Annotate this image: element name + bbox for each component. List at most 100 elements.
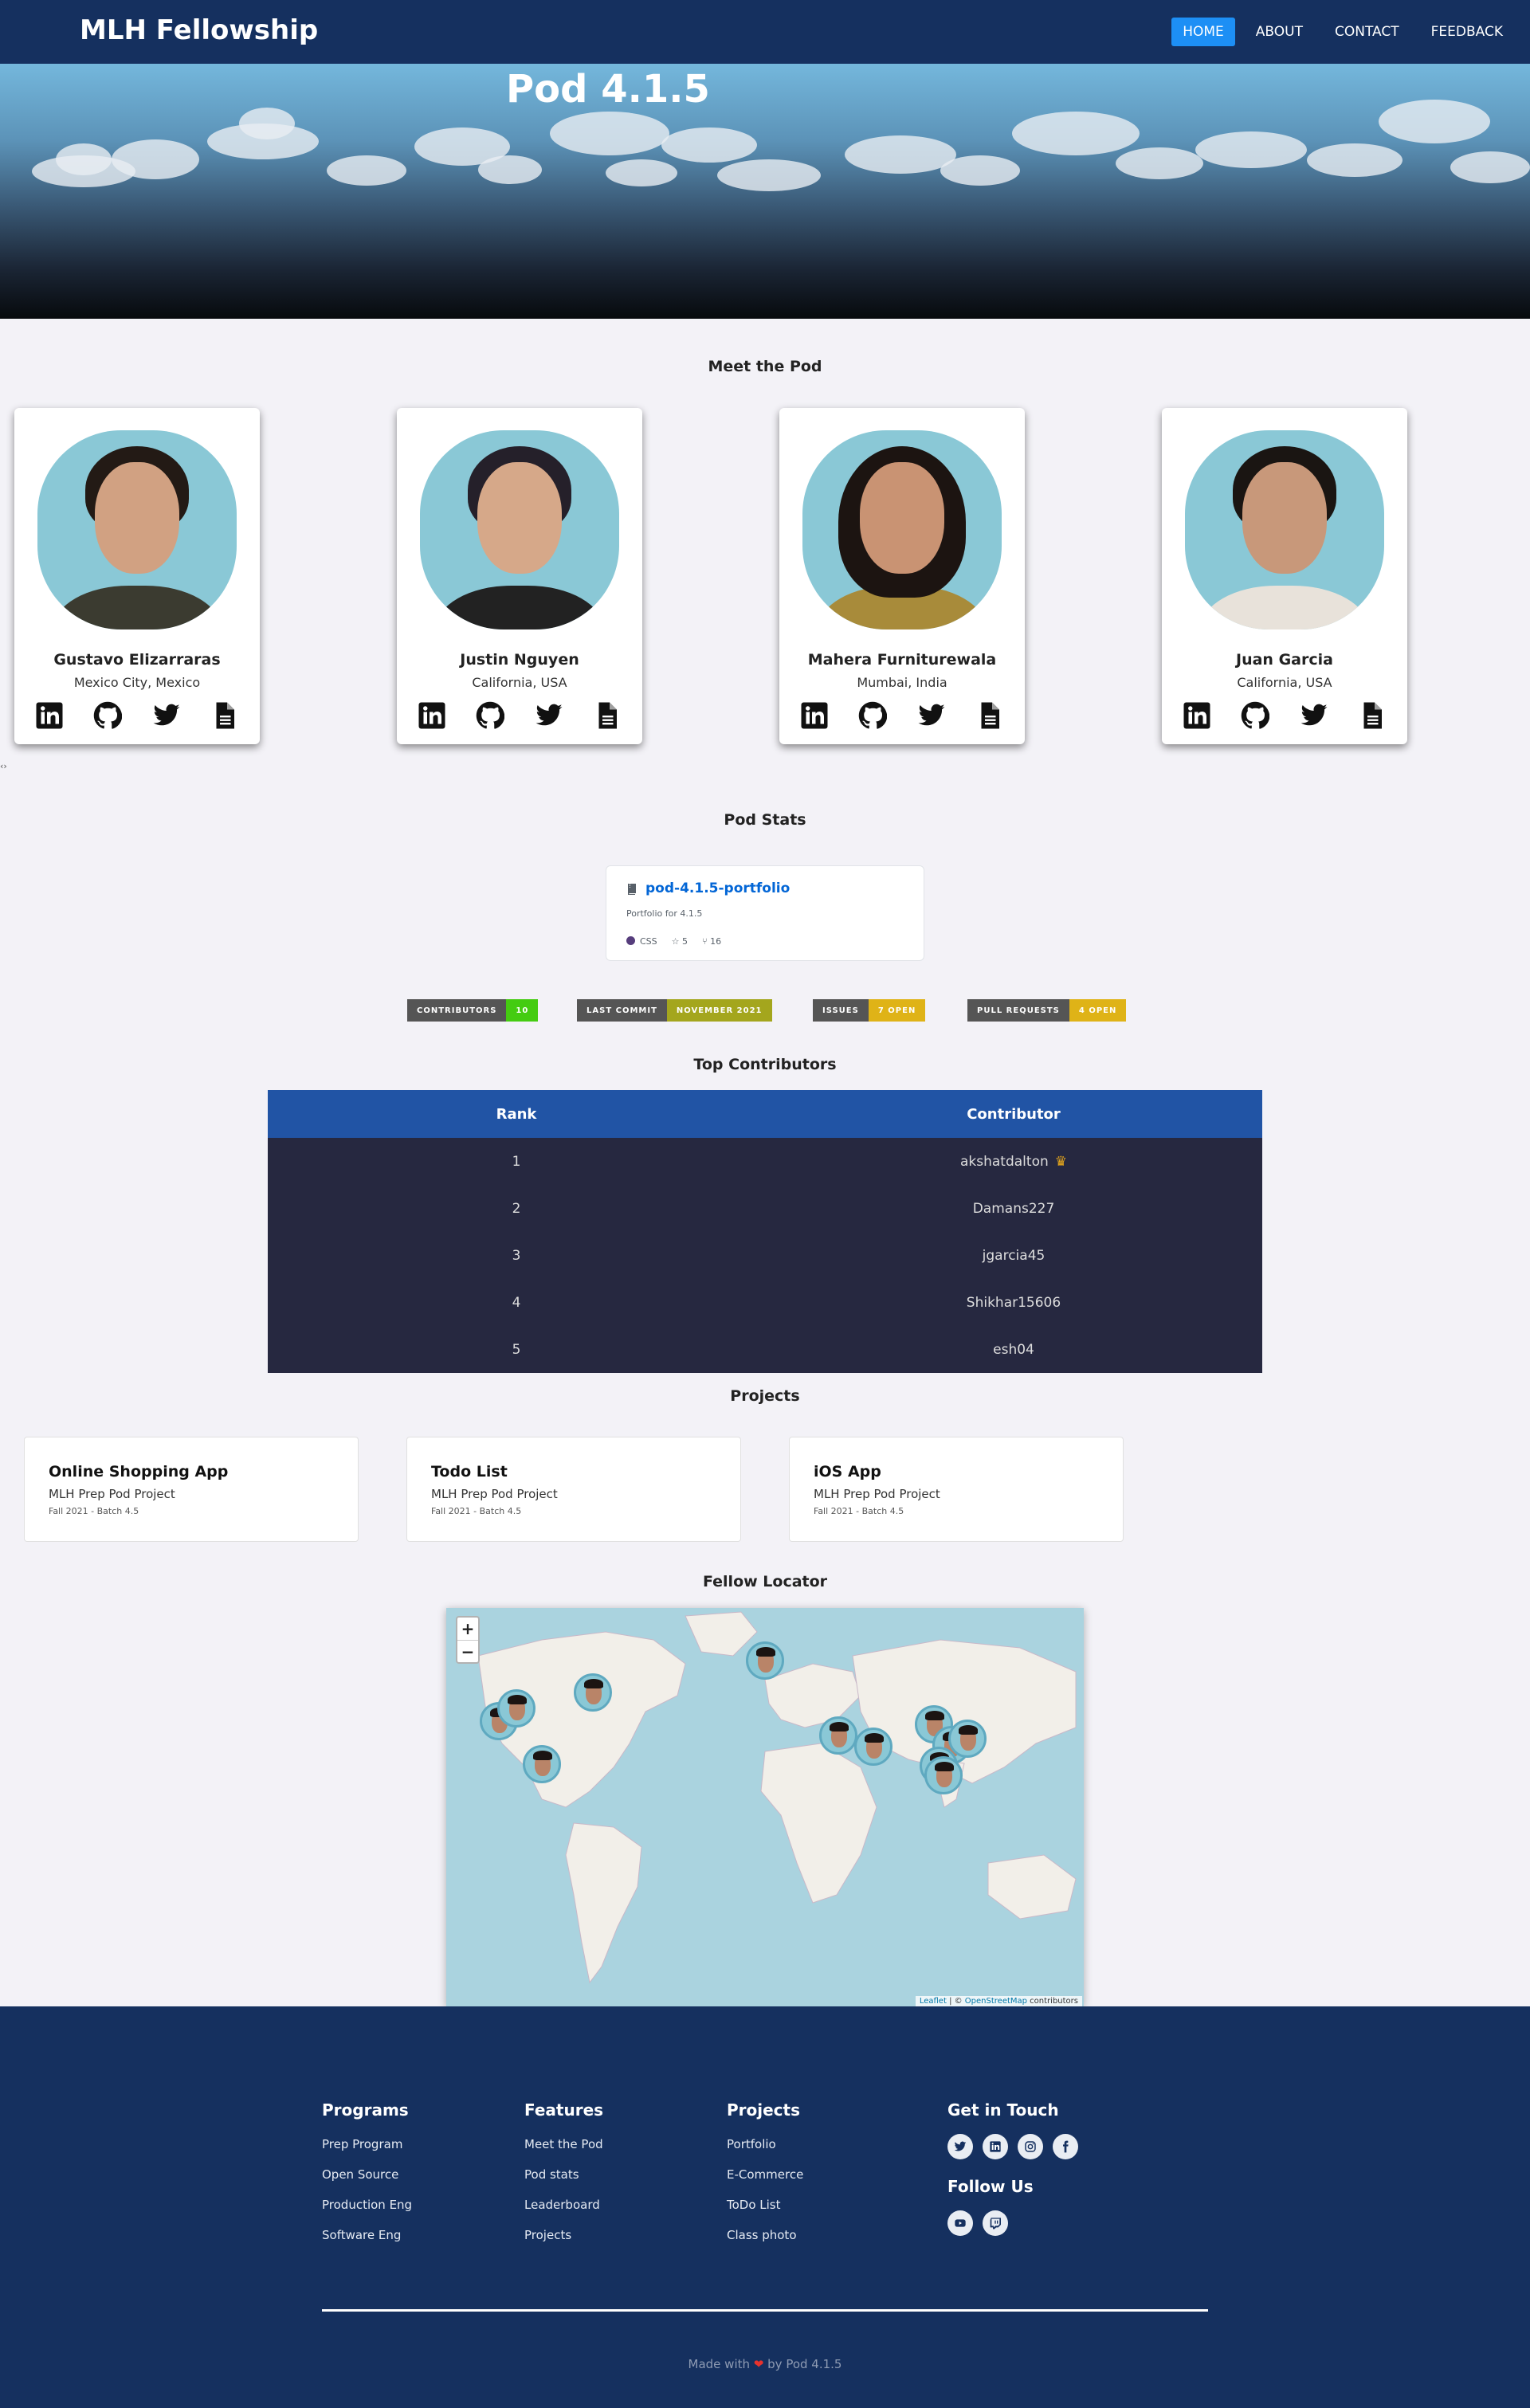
member-photo	[802, 430, 1002, 629]
footer-link[interactable]: Leaderboard	[524, 2198, 603, 2228]
footer-link[interactable]: Open Source	[322, 2167, 412, 2198]
linkedin-icon[interactable]	[1183, 701, 1211, 730]
fellow-marker[interactable]	[746, 1641, 784, 1680]
contributor-cell: jgarcia45	[982, 1247, 1046, 1264]
project-subtitle: MLH Prep Pod Project	[49, 1487, 175, 1501]
zoom-in-button[interactable]: +	[457, 1618, 478, 1640]
fellow-marker[interactable]	[924, 1756, 963, 1794]
member-photo	[420, 430, 619, 629]
leaflet-link[interactable]: Leaflet	[920, 1997, 947, 2006]
table-row: 4 Shikhar15606	[268, 1279, 1262, 1326]
footer-link[interactable]: ToDo List	[727, 2198, 803, 2228]
project-subtitle: MLH Prep Pod Project	[814, 1487, 940, 1501]
contributor-cell: esh04	[993, 1341, 1034, 1358]
linkedin-icon[interactable]	[35, 701, 64, 730]
fellow-map[interactable]: + − Leaflet | © OpenStreetMap contributo…	[446, 1608, 1084, 2006]
footer-column-title: Projects	[727, 2100, 801, 2120]
member-name: Mahera Furniturewala	[807, 651, 997, 669]
project-card[interactable]: Online Shopping App MLH Prep Pod Project…	[24, 1437, 359, 1542]
member-location: California, USA	[472, 675, 567, 690]
top-navbar: MLH Fellowship HOME ABOUT CONTACT FEEDBA…	[0, 0, 1530, 64]
footer-link[interactable]: Portfolio	[727, 2137, 803, 2167]
fellow-marker[interactable]	[948, 1720, 987, 1758]
contributor-cell: akshatdalton ♛	[960, 1153, 1067, 1170]
member-location: Mexico City, Mexico	[73, 675, 201, 690]
member-card: Juan Garcia California, USA	[1162, 408, 1407, 744]
twitter-icon[interactable]	[152, 701, 181, 730]
repo-stars: ☆ 5	[671, 936, 688, 947]
footer-link[interactable]: Projects	[524, 2228, 603, 2258]
star-icon: ☆	[671, 936, 680, 947]
pull-requests-badge: PULL REQUESTS 4 OPEN	[967, 999, 1127, 1022]
github-icon[interactable]	[476, 701, 505, 730]
site-footer: Programs Prep Program Open Source Produc…	[0, 2006, 1530, 2408]
fork-icon: ⑂	[702, 936, 708, 947]
project-card[interactable]: iOS App MLH Prep Pod Project Fall 2021 -…	[789, 1437, 1124, 1542]
resume-document-icon[interactable]	[1358, 701, 1387, 730]
member-name: Gustavo Elizarraras	[53, 651, 221, 669]
fellow-marker[interactable]	[854, 1728, 892, 1766]
resume-document-icon[interactable]	[975, 701, 1004, 730]
follow-us-heading: Follow Us	[947, 2177, 1034, 2196]
map-attribution: Leaflet | © OpenStreetMap contributors	[915, 1996, 1082, 2006]
member-name: Justin Nguyen	[460, 651, 579, 669]
nav-contact-link[interactable]: CONTACT	[1324, 18, 1410, 46]
project-meta: Fall 2021 - Batch 4.5	[431, 1506, 522, 1516]
fellow-marker[interactable]	[574, 1673, 612, 1712]
repo-card[interactable]: pod-4.1.5-portfolio Portfolio for 4.1.5 …	[606, 865, 924, 961]
footer-link[interactable]: Class photo	[727, 2228, 803, 2258]
nav-links: HOME ABOUT CONTACT FEEDBACK	[1171, 18, 1514, 46]
footer-link[interactable]: E-Commerce	[727, 2167, 803, 2198]
contributors-badge: CONTRIBUTORS 10	[407, 999, 539, 1022]
member-photo	[1185, 430, 1384, 629]
fellow-marker[interactable]	[819, 1716, 857, 1755]
footer-link[interactable]: Meet the Pod	[524, 2137, 603, 2167]
hero-banner: Pod 4.1.5	[0, 64, 1530, 319]
project-title: Online Shopping App	[49, 1463, 229, 1480]
resume-document-icon[interactable]	[593, 701, 622, 730]
fellow-marker[interactable]	[497, 1689, 536, 1728]
footer-features-column: Features Meet the Pod Pod stats Leaderbo…	[524, 2100, 603, 2258]
instagram-icon[interactable]	[1018, 2134, 1043, 2159]
pod-stats-heading: Pod Stats	[724, 811, 806, 829]
footer-link[interactable]: Software Eng	[322, 2228, 412, 2258]
footer-contact-column: Get in Touch Follow Us	[947, 2100, 1078, 2253]
footer-link[interactable]: Pod stats	[524, 2167, 603, 2198]
brand-logo-text[interactable]: MLH Fellowship	[80, 14, 318, 46]
repo-name-link[interactable]: pod-4.1.5-portfolio	[645, 880, 790, 896]
github-icon[interactable]	[93, 701, 123, 730]
meet-pod-heading: Meet the Pod	[708, 358, 822, 375]
project-meta: Fall 2021 - Batch 4.5	[814, 1506, 904, 1516]
github-icon[interactable]	[858, 701, 888, 730]
member-location: Mumbai, India	[857, 675, 947, 690]
youtube-icon[interactable]	[947, 2210, 973, 2236]
fellow-marker[interactable]	[523, 1745, 561, 1783]
linkedin-icon[interactable]	[800, 701, 829, 730]
twitch-icon[interactable]	[983, 2210, 1008, 2236]
linkedin-icon[interactable]	[418, 701, 446, 730]
facebook-icon[interactable]	[1053, 2134, 1078, 2159]
nav-feedback-link[interactable]: FEEDBACK	[1420, 18, 1514, 46]
resume-document-icon[interactable]	[210, 701, 239, 730]
repo-icon	[626, 883, 638, 899]
footer-link[interactable]: Production Eng	[322, 2198, 412, 2228]
heart-icon: ❤	[753, 2357, 764, 2371]
twitter-icon[interactable]	[1300, 701, 1328, 730]
last-commit-badge: LAST COMMIT NOVEMBER 2021	[577, 999, 772, 1022]
twitter-icon[interactable]	[917, 701, 946, 730]
crown-icon: ♛	[1054, 1153, 1067, 1170]
project-card[interactable]: Todo List MLH Prep Pod Project Fall 2021…	[406, 1437, 741, 1542]
zoom-out-button[interactable]: −	[457, 1640, 478, 1662]
table-row: 1 akshatdalton ♛	[268, 1138, 1262, 1185]
twitter-icon[interactable]	[947, 2134, 973, 2159]
table-row: 2 Damans227	[268, 1185, 1262, 1232]
project-title: iOS App	[814, 1463, 881, 1480]
linkedin-icon[interactable]	[983, 2134, 1008, 2159]
repo-description: Portfolio for 4.1.5	[626, 908, 703, 919]
nav-about-link[interactable]: ABOUT	[1245, 18, 1314, 46]
twitter-icon[interactable]	[535, 701, 563, 730]
openstreetmap-link[interactable]: OpenStreetMap	[965, 1997, 1027, 2006]
nav-home-link[interactable]: HOME	[1171, 18, 1235, 46]
github-icon[interactable]	[1241, 701, 1270, 730]
footer-link[interactable]: Prep Program	[322, 2137, 412, 2167]
